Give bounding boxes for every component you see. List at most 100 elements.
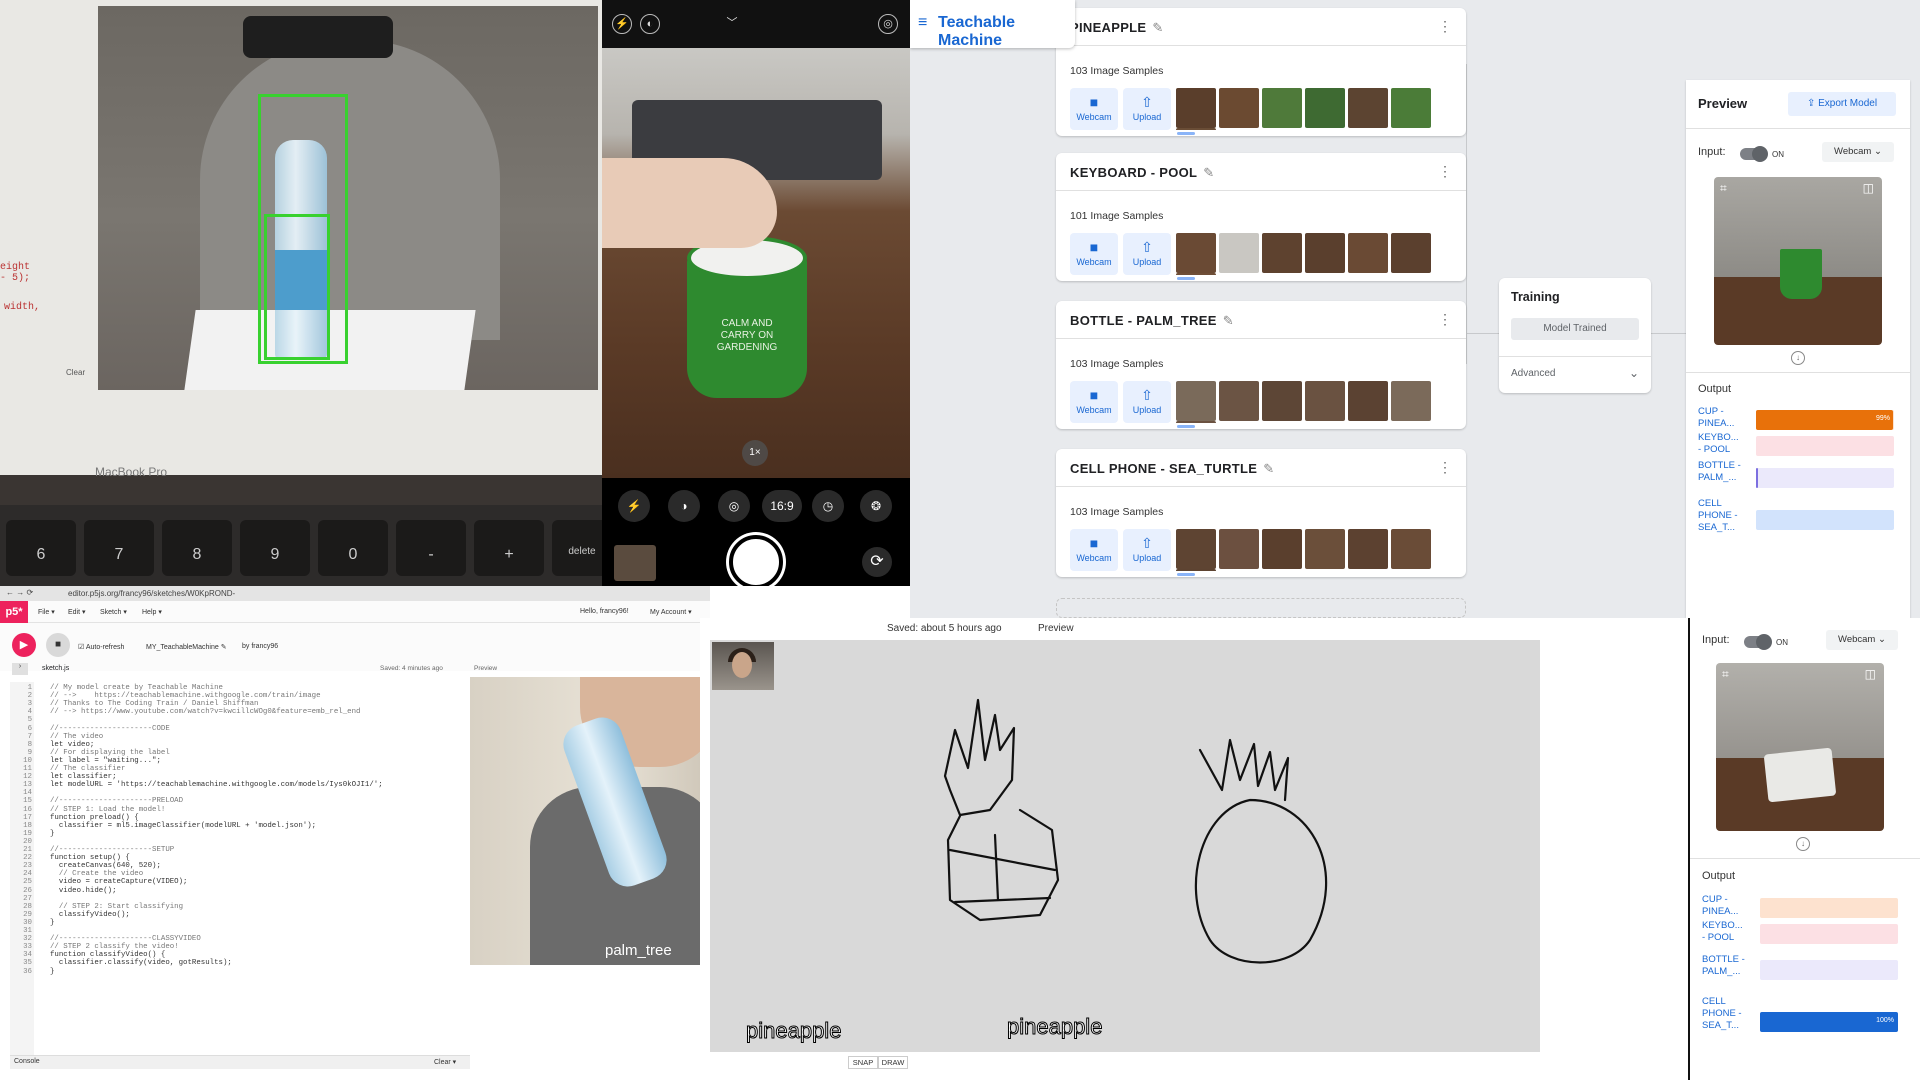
code-line[interactable]: } — [50, 919, 54, 927]
export-model-button[interactable]: ⇪ Export Model — [1788, 92, 1896, 116]
webcam-source-select[interactable]: Webcam ⌄ — [1822, 142, 1894, 162]
back-forward-icon[interactable]: ← → ⟳ — [6, 588, 33, 597]
stop-button[interactable]: ■ — [46, 633, 70, 657]
zoom-button[interactable]: 1× — [742, 440, 768, 466]
webcam-button[interactable]: ■ Webcam — [1070, 529, 1118, 571]
code-line[interactable]: // --> https://www.youtube.com/watch?v=k… — [50, 708, 360, 716]
menu-help[interactable]: Help ▾ — [142, 608, 162, 616]
input-toggle[interactable] — [1740, 146, 1768, 162]
more-options-icon[interactable]: ⋮ — [1438, 163, 1452, 180]
code-editor[interactable]: 1 // My model create by Teachable Machine… — [10, 682, 470, 1055]
code-line[interactable]: video = createCapture(VIDEO); — [50, 878, 188, 886]
live-photo-icon[interactable]: ◎ — [878, 14, 898, 34]
snap-tab[interactable]: SNAP — [848, 1056, 878, 1069]
webcam-source-select[interactable]: Webcam ⌄ — [1826, 630, 1898, 650]
code-line[interactable]: function setup() { — [50, 854, 130, 862]
input-toggle[interactable] — [1744, 634, 1772, 650]
code-line[interactable]: classifyVideo(); — [50, 911, 130, 919]
preview-tab[interactable]: Preview — [1038, 623, 1074, 634]
flip-icon[interactable]: ◫ — [1863, 181, 1874, 195]
shutter-button[interactable] — [729, 535, 783, 586]
code-line[interactable]: video.hide(); — [50, 887, 117, 895]
code-line[interactable]: // The classifier — [50, 765, 125, 773]
upload-button[interactable]: ⇧ Upload — [1123, 88, 1171, 130]
webcam-button[interactable]: ■ Webcam — [1070, 381, 1118, 423]
sample-thumbnails[interactable] — [1176, 529, 1466, 571]
edit-pencil-icon[interactable]: ✎ — [1263, 461, 1274, 476]
code-line[interactable]: let modelURL = 'https://teachablemachine… — [50, 781, 383, 789]
code-line[interactable]: // STEP 2: Start classifying — [50, 903, 183, 911]
more-options-icon[interactable]: ⋮ — [1438, 459, 1452, 476]
hamburger-menu-icon[interactable]: ≡ — [918, 14, 927, 32]
night-mode-icon[interactable]: ◐ — [640, 14, 660, 34]
code-line[interactable]: // The video — [50, 733, 103, 741]
expand-sidebar-button[interactable]: › — [12, 663, 28, 675]
aspect-ratio-button[interactable]: 16:9 — [762, 490, 802, 522]
class-name[interactable]: KEYBOARD - POOL — [1070, 165, 1197, 180]
code-line[interactable]: function preload() { — [50, 814, 139, 822]
webcam-button[interactable]: ■ Webcam — [1070, 233, 1118, 275]
upload-button[interactable]: ⇧ Upload — [1123, 381, 1171, 423]
code-line[interactable]: function classifyVideo() { — [50, 951, 165, 959]
edit-pencil-icon[interactable]: ✎ — [1203, 165, 1214, 180]
live-icon[interactable]: ◎ — [718, 490, 750, 522]
code-line[interactable]: // My model create by Teachable Machine — [50, 684, 223, 692]
night-icon[interactable]: ◑ — [668, 490, 700, 522]
edit-pencil-icon[interactable]: ✎ — [1223, 313, 1234, 328]
sample-thumbnails[interactable] — [1176, 381, 1466, 423]
code-line[interactable]: createCanvas(640, 520); — [50, 862, 161, 870]
crop-icon[interactable]: ⌗ — [1722, 667, 1729, 682]
code-line[interactable]: let classifier; — [50, 773, 117, 781]
more-options-icon[interactable]: ⋮ — [1438, 311, 1452, 328]
sample-thumbnails[interactable] — [1176, 88, 1466, 130]
code-line[interactable]: //---------------------CODE — [50, 725, 170, 733]
model-trained-button[interactable]: Model Trained — [1511, 318, 1639, 340]
webcam-button[interactable]: ■ Webcam — [1070, 88, 1118, 130]
code-line[interactable]: classifier.classify(video, gotResults); — [50, 959, 232, 967]
edit-pencil-icon[interactable]: ✎ — [1152, 20, 1163, 35]
p5-logo[interactable]: p5* — [0, 601, 28, 623]
draw-tab[interactable]: DRAW — [878, 1056, 908, 1069]
code-line[interactable]: // Thanks to The Coding Train / Daniel S… — [50, 700, 258, 708]
crop-icon[interactable]: ⌗ — [1720, 181, 1727, 196]
code-line[interactable]: let label = "waiting..."; — [50, 757, 161, 765]
code-line[interactable]: //---------------------PRELOAD — [50, 797, 183, 805]
last-photo-thumbnail[interactable] — [614, 545, 656, 581]
code-line[interactable]: // STEP 2 classify the video! — [50, 943, 179, 951]
code-line[interactable]: // For displaying the label — [50, 749, 170, 757]
flip-camera-icon[interactable]: ⟳ — [862, 547, 892, 577]
file-tab[interactable]: sketch.js — [42, 665, 69, 672]
timer-icon[interactable]: ◷ — [812, 490, 844, 522]
flash-icon[interactable]: ⚡ — [618, 490, 650, 522]
upload-button[interactable]: ⇧ Upload — [1123, 529, 1171, 571]
code-line[interactable]: classifier = ml5.imageClassifier(modelUR… — [50, 822, 316, 830]
sample-thumbnails[interactable] — [1176, 233, 1466, 275]
code-line[interactable]: // --> https://teachablemachine.withgoog… — [50, 692, 321, 700]
menu-edit[interactable]: Edit ▾ — [68, 608, 86, 616]
filters-icon[interactable]: ❂ — [860, 490, 892, 522]
account-menu[interactable]: My Account ▾ — [650, 608, 692, 616]
class-name[interactable]: PINEAPPLE — [1070, 20, 1146, 35]
chevron-down-icon[interactable]: ﹀ — [722, 14, 742, 34]
play-button[interactable]: ▶ — [12, 633, 36, 657]
code-line[interactable]: let video; — [50, 741, 94, 749]
menu-file[interactable]: File ▾ — [38, 608, 55, 616]
sketch-name[interactable]: MY_TeachableMachine ✎ — [146, 643, 227, 651]
chevron-down-icon[interactable]: ⌄ — [1629, 366, 1639, 380]
more-options-icon[interactable]: ⋮ — [1438, 18, 1452, 35]
code-line[interactable]: //---------------------CLASSYVIDEO — [50, 935, 201, 943]
code-line[interactable]: // Create the video — [50, 870, 143, 878]
menu-sketch[interactable]: Sketch ▾ — [100, 608, 127, 616]
upload-button[interactable]: ⇧ Upload — [1123, 233, 1171, 275]
class-name[interactable]: CELL PHONE - SEA_TURTLE — [1070, 461, 1257, 476]
address-bar[interactable]: editor.p5js.org/francy96/sketches/W0KpRO… — [68, 589, 235, 598]
console-clear-button[interactable]: Clear ▾ — [434, 1058, 456, 1066]
code-line[interactable]: } — [50, 830, 54, 838]
class-name[interactable]: BOTTLE - PALM_TREE — [1070, 313, 1217, 328]
code-line[interactable]: } — [50, 968, 54, 976]
add-class-card[interactable] — [1056, 598, 1466, 618]
code-line[interactable]: // STEP 1: Load the model! — [50, 806, 165, 814]
flip-icon[interactable]: ◫ — [1865, 667, 1876, 681]
console-label[interactable]: Console — [14, 1058, 40, 1065]
code-line[interactable]: //---------------------SETUP — [50, 846, 174, 854]
